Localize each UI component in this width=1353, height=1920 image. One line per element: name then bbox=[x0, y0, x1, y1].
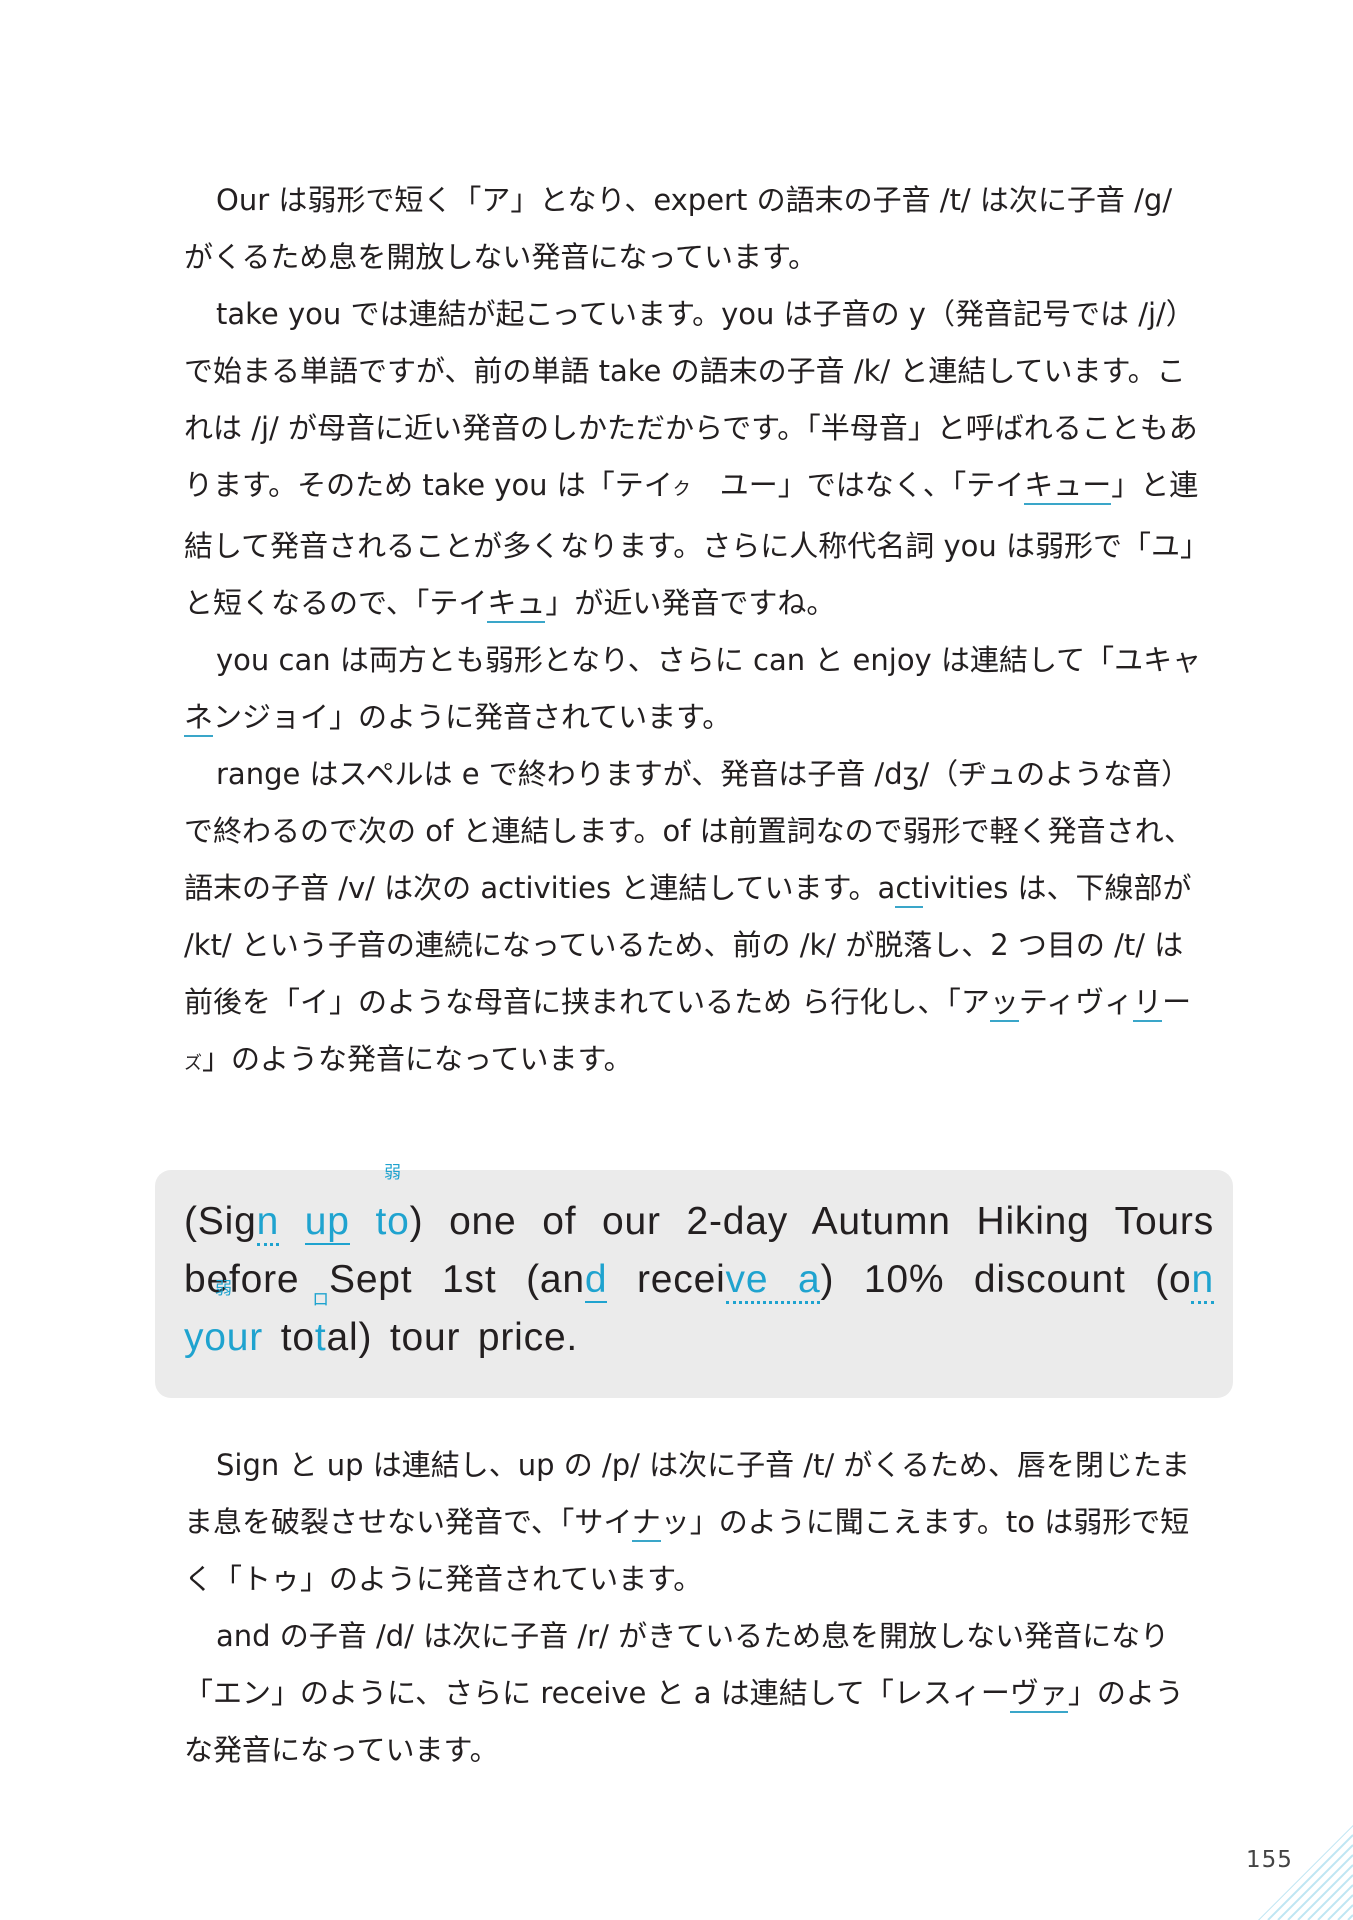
underlined-sound: ヴァ bbox=[1009, 1676, 1068, 1713]
underlined-sound: ッ bbox=[989, 985, 1019, 1022]
highlighted-sound: up bbox=[304, 1200, 350, 1245]
underlined-sound: キュ bbox=[487, 586, 546, 623]
weak-form-marker: 弱 bbox=[384, 1163, 402, 1183]
text-run: 」のような発音になっています。 bbox=[201, 1042, 633, 1076]
weak-form-to: 弱 to bbox=[375, 1165, 410, 1244]
commentary-section-2: Sign と up は連結し、up の /p/ は次に子音 /t/ がくるため、… bbox=[184, 1437, 1204, 1779]
sentence-text: t bbox=[314, 1316, 327, 1359]
text-run: ティヴィ bbox=[1018, 985, 1134, 1019]
commentary-paragraph: take you では連結が起こっています。you は子音の y（発音記号では … bbox=[184, 286, 1204, 632]
highlighted-sound: ve a bbox=[725, 1258, 821, 1304]
flap-marker: ロ bbox=[312, 1290, 330, 1310]
sentence-text: to bbox=[263, 1316, 315, 1359]
commentary-paragraph: and の子音 /d/ は次に子音 /r/ がきているため息を開放しない発音にな… bbox=[184, 1608, 1204, 1779]
underlined-sound: ネ bbox=[184, 700, 214, 737]
text-run: 」が近い発音ですね。 bbox=[545, 586, 836, 620]
corner-decoration bbox=[1258, 1825, 1353, 1920]
text-run: ユー」ではなく、「テイ bbox=[690, 468, 1025, 502]
highlighted-sound: n bbox=[1191, 1258, 1214, 1304]
sentence-text: ) 10% discount (o bbox=[820, 1258, 1192, 1301]
commentary-section-1: Our は弱形で短く「ア」となり、expert の語末の子音 /t/ は次に子音… bbox=[184, 172, 1204, 1092]
sentence-text: to bbox=[375, 1200, 410, 1243]
weak-form-marker: 弱 bbox=[215, 1279, 233, 1299]
sentence-text: al) tour price. bbox=[326, 1316, 579, 1359]
commentary-paragraph: range はスペルは e で終わりますが、発音は子音 /dʒ/（ヂュのような音… bbox=[184, 746, 1204, 1092]
commentary-paragraph: you can は両方とも弱形となり、さらに can と enjoy は連結して… bbox=[184, 632, 1204, 746]
commentary-paragraph: Our は弱形で短く「ア」となり、expert の語末の子音 /t/ は次に子音… bbox=[184, 172, 1204, 286]
sentence-text bbox=[350, 1200, 376, 1243]
small-kana: ズ bbox=[184, 1053, 202, 1074]
small-kana: ク bbox=[672, 479, 691, 500]
text-run: ンジョイ」のように発音されています。 bbox=[213, 700, 732, 734]
highlighted-sound: n bbox=[256, 1200, 280, 1246]
text-run: ー bbox=[1162, 985, 1192, 1019]
sentence-text: recei bbox=[607, 1258, 726, 1301]
underlined-sound: キュー bbox=[1024, 468, 1112, 505]
commentary-paragraph: Sign と up は連結し、up の /p/ は次に子音 /t/ がくるため、… bbox=[184, 1437, 1204, 1608]
text-run: Our は弱形で短く「ア」となり、expert の語末の子音 /t/ は次に子音… bbox=[184, 183, 1173, 274]
example-sentence: (Sign up 弱 to) one of our 2-day Autumn Hi… bbox=[184, 1165, 1214, 1367]
highlighted-sound: d bbox=[584, 1258, 608, 1303]
text-run: you can は両方とも弱形となり、さらに can と enjoy は連結して… bbox=[216, 643, 1202, 677]
underlined-sound: ナ bbox=[631, 1505, 661, 1542]
underlined-sound: リ bbox=[1133, 985, 1163, 1022]
underlined-sound: ct bbox=[895, 871, 923, 908]
sentence-text: your bbox=[184, 1316, 264, 1359]
flap-t: ロt bbox=[312, 1292, 329, 1360]
sentence-text bbox=[279, 1200, 305, 1243]
weak-form-your: 弱 your bbox=[184, 1281, 264, 1360]
sentence-text: (Sig bbox=[184, 1200, 257, 1243]
